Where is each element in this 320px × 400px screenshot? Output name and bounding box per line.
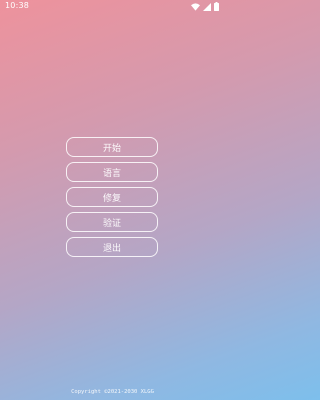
- language-button[interactable]: 语言: [66, 162, 158, 182]
- copyright-text: Copyright ©2021-2030 XLGG: [71, 389, 154, 395]
- signal-icon: [203, 2, 211, 11]
- status-time: 10:38: [5, 1, 30, 10]
- exit-button[interactable]: 退出: [66, 237, 158, 257]
- verify-button[interactable]: 验证: [66, 212, 158, 232]
- status-bar: 10:38: [0, 0, 225, 14]
- status-icons: [191, 2, 219, 11]
- start-button[interactable]: 开始: [66, 137, 158, 157]
- main-menu: 开始 语言 修复 验证 退出: [66, 137, 158, 262]
- battery-icon: [214, 2, 219, 11]
- repair-button[interactable]: 修复: [66, 187, 158, 207]
- wifi-icon: [191, 2, 200, 11]
